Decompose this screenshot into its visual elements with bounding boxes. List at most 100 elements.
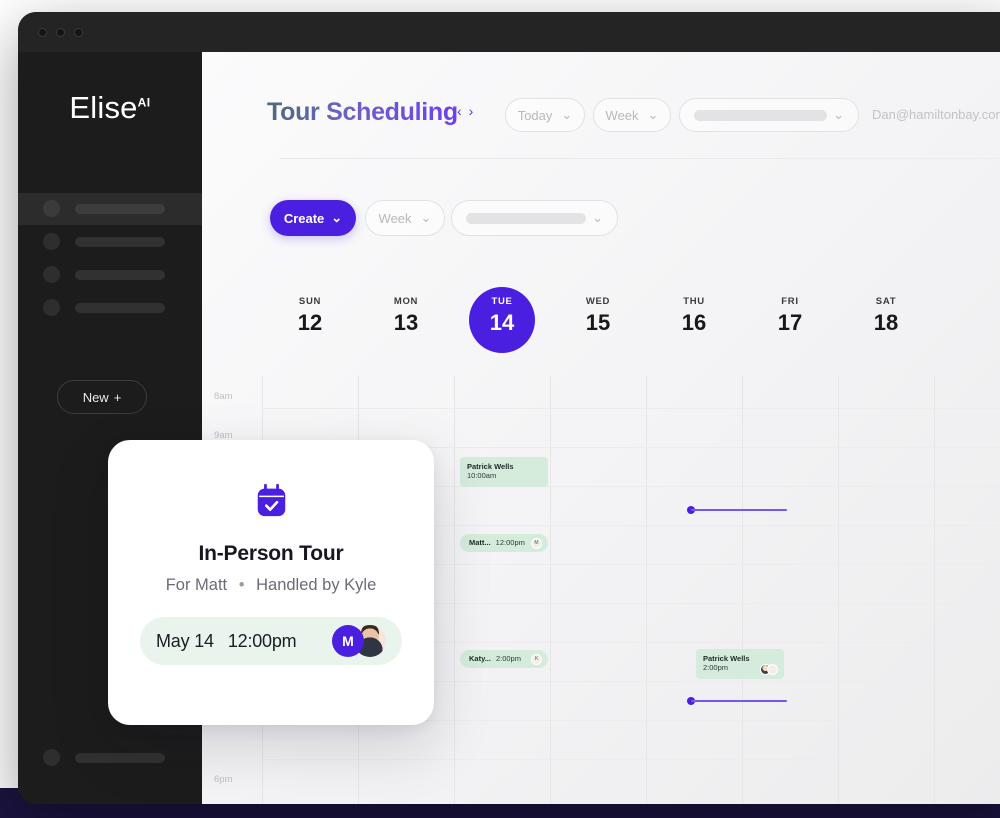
sidebar-item-bottom[interactable] [18,742,202,774]
day-column-fri[interactable]: FRI 17 [742,280,838,376]
day-column-sun[interactable]: SUN 12 [262,280,358,376]
grid-line [742,376,743,804]
chevron-down-icon: ⌄ [420,210,432,225]
day-dow-label: FRI [781,296,799,307]
calendar-event[interactable]: Matt... 12:00pm M [460,534,548,552]
week-filter-label: Week [605,107,639,123]
day-dow-label: THU [683,296,705,307]
sidebar-item-1[interactable] [18,193,202,225]
tour-avatar-group: M [332,625,386,657]
day-dow-label: MON [393,296,419,307]
calendar-event[interactable]: Katy... 2:00pm K [460,650,548,668]
sidebar-item-icon [43,299,60,316]
event-title: Katy... [469,654,491,664]
event-title: Matt... [469,538,491,548]
day-column-wed[interactable]: WED 15 [550,280,646,376]
time-label: 8am [214,391,233,402]
sidebar-item-icon [43,266,60,283]
calendar-check-icon [257,483,286,517]
tour-detail-card[interactable]: In-Person Tour For Matt • Handled by Kyl… [108,440,434,725]
sidebar-item-2[interactable] [18,226,202,258]
day-number: 17 [777,310,803,335]
today-filter-label: Today [517,107,553,123]
event-title: Patrick Wells [703,654,750,663]
plus-icon: + [113,389,122,405]
next-period-icon[interactable]: › [469,104,474,118]
tour-attendee-label: For Matt [165,576,228,594]
agent-select-placeholder [466,212,586,224]
day-number: 16 [681,310,707,335]
day-column-thu[interactable]: THU 16 [646,280,742,376]
create-button[interactable]: Create ⌄ [270,200,356,236]
day-column-tue[interactable]: TUE 14 [454,280,550,376]
avatar: M [531,537,542,549]
sidebar-item-label [75,303,165,313]
chevron-down-icon: ⌄ [592,210,603,225]
tour-time: 12:00pm [227,630,297,651]
window-minimize-icon[interactable] [56,28,65,37]
day-header-strip: SUN 12 MON 13 TUE 14 WED 15 THU 16 FRI 1… [202,280,1000,376]
day-number: 14 [489,310,515,335]
logo-text: Elise [69,90,138,125]
tour-agent-label: Handled by Kyle [256,576,377,594]
day-dow-label: TUE [491,296,513,307]
today-filter-dropdown[interactable]: Today ⌄ [505,98,585,132]
sidebar-item-icon [43,749,60,766]
view-filter-dropdown[interactable]: Week ⌄ [365,200,445,236]
sidebar-item-label [75,204,165,214]
day-dow-label: SUN [298,296,322,307]
day-dow-label: SAT [875,296,897,307]
calendar-event[interactable]: Patrick Wells 2:00pm [696,649,784,679]
app-frame: EliseAI New + Tour Scheduling ‹ › Today … [0,0,1000,818]
current-time-line [691,509,787,511]
calendar-event[interactable]: Patrick Wells 10:00am [460,457,548,487]
week-filter-dropdown[interactable]: Week ⌄ [593,98,671,132]
subtitle-separator: • [238,576,245,594]
logo-superscript: AI [137,95,151,110]
page-title: Tour Scheduling [267,98,458,126]
current-time-line [691,700,787,702]
new-button[interactable]: New + [57,380,147,414]
header-divider [280,158,1000,159]
date-nav-arrows: ‹ › [457,104,473,118]
grid-line [646,376,647,804]
property-select-dropdown[interactable]: ⌄ [679,98,859,132]
window-maximize-icon[interactable] [74,28,83,37]
day-column-mon[interactable]: MON 13 [358,280,454,376]
chevron-down-icon: ⌄ [331,210,343,225]
prev-period-icon[interactable]: ‹ [457,104,462,118]
user-account-email[interactable]: Dan@hamiltonbay.com [872,107,1000,122]
property-select-placeholder [694,109,827,121]
sidebar-item-icon [43,233,60,250]
sidebar-item-label [75,753,165,763]
window-close-icon[interactable] [38,28,47,37]
event-title: Patrick Wells [467,462,514,471]
grid-line [550,376,551,804]
tour-time-slot[interactable]: May 14 12:00pm M [140,617,402,665]
chevron-down-icon: ⌄ [561,107,573,122]
grid-line [934,376,935,804]
day-number: 15 [585,310,611,335]
event-avatars [760,664,778,675]
sidebar-item-icon [43,200,60,217]
new-button-label: New [82,389,109,405]
day-number: 13 [393,310,419,335]
sidebar-item-3[interactable] [18,259,202,291]
avatar: K [531,653,542,665]
avatar-initial: M [332,625,364,657]
day-column-sat[interactable]: SAT 18 [838,280,934,376]
event-avatars: M [531,537,542,549]
view-filter-label: Week [378,210,412,226]
avatar [767,664,778,675]
chevron-down-icon: ⌄ [647,107,659,122]
event-time: 2:00pm [495,654,521,664]
sidebar-item-4[interactable] [18,292,202,324]
time-label: 6pm [214,774,233,785]
day-number: 18 [873,310,899,335]
agent-select-dropdown[interactable]: ⌄ [451,200,618,236]
day-dow-label: WED [585,296,611,307]
sidebar-item-label [75,237,165,247]
tour-date: May 14 [156,630,214,651]
grid-line [838,376,839,804]
day-number: 12 [297,310,323,335]
